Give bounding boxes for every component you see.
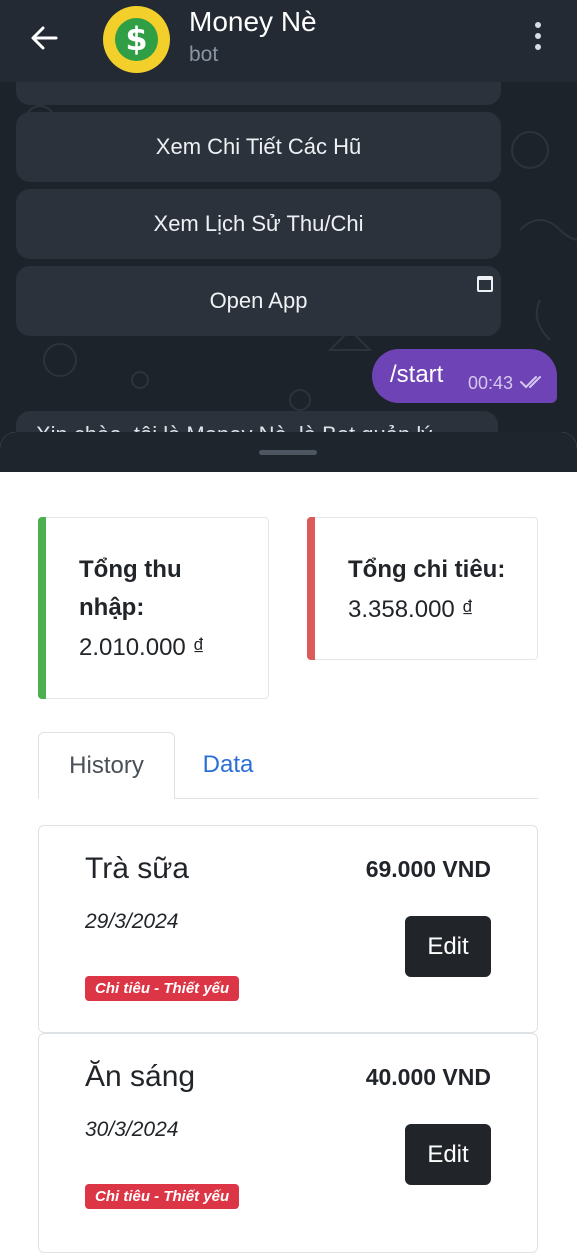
expense-value: 3.358.000 ₫ xyxy=(348,596,474,623)
transaction-name: Ăn sáng xyxy=(85,1060,196,1093)
open-app-label: Open App xyxy=(209,288,308,313)
income-value: 2.010.000 ₫ xyxy=(79,634,205,661)
category-badge: Chi tiêu - Thiết yếu xyxy=(85,1184,240,1209)
chat-area: $ Money Nè bot Xem Chi Tiết Các Hũ Xem L… xyxy=(0,0,577,472)
message-time: 00:43 xyxy=(468,373,514,393)
chat-header: $ Money Nè bot xyxy=(0,0,577,82)
bot-avatar[interactable]: $ xyxy=(103,6,170,73)
edit-button[interactable]: Edit xyxy=(405,1124,491,1185)
more-menu-icon[interactable] xyxy=(530,22,546,56)
sheet-header xyxy=(0,432,577,472)
keyboard-button-open-app[interactable]: Open App xyxy=(16,266,501,336)
transaction-amount: 40.000 VND xyxy=(365,1064,491,1090)
transaction-name: Trà sữa xyxy=(85,852,189,885)
outgoing-message[interactable]: /start 00:43 xyxy=(372,349,557,403)
category-badge: Chi tiêu - Thiết yếu xyxy=(85,976,240,1001)
transaction-date: 30/3/2024 xyxy=(85,1118,179,1141)
back-arrow-icon[interactable] xyxy=(28,22,60,54)
transaction-amount: 69.000 VND xyxy=(365,856,491,882)
income-summary-card: Tổng thu nhập: 2.010.000 ₫ xyxy=(38,517,269,699)
chat-subtitle: bot xyxy=(189,43,219,66)
tab-data[interactable]: Data xyxy=(188,732,268,798)
edit-button[interactable]: Edit xyxy=(405,916,491,977)
transaction-card: Ăn sáng 40.000 VND 30/3/2024 Chi tiêu - … xyxy=(38,1033,538,1253)
keyboard-button-jars[interactable]: Xem Chi Tiết Các Hũ xyxy=(16,112,501,182)
income-label: Tổng thu nhập: xyxy=(79,556,182,621)
message-text: /start xyxy=(390,361,444,388)
webapp-icon xyxy=(477,276,493,292)
keyboard-button-history[interactable]: Xem Lịch Sử Thu/Chi xyxy=(16,189,501,259)
income-accent-bar xyxy=(38,517,46,699)
dollar-icon: $ xyxy=(115,18,158,61)
chat-title[interactable]: Money Nè xyxy=(189,6,317,38)
expense-accent-bar xyxy=(307,517,315,660)
expense-summary-card: Tổng chi tiêu: 3.358.000 ₫ xyxy=(307,517,538,660)
drag-handle[interactable] xyxy=(259,450,317,455)
transaction-date: 29/3/2024 xyxy=(85,910,179,933)
read-checkmarks-icon xyxy=(520,376,541,389)
expense-label: Tổng chi tiêu: xyxy=(348,556,506,583)
tab-history[interactable]: History xyxy=(38,732,175,799)
transaction-card: Trà sữa 69.000 VND 29/3/2024 Chi tiêu - … xyxy=(38,825,538,1033)
view-tabs: History Data xyxy=(38,732,538,799)
